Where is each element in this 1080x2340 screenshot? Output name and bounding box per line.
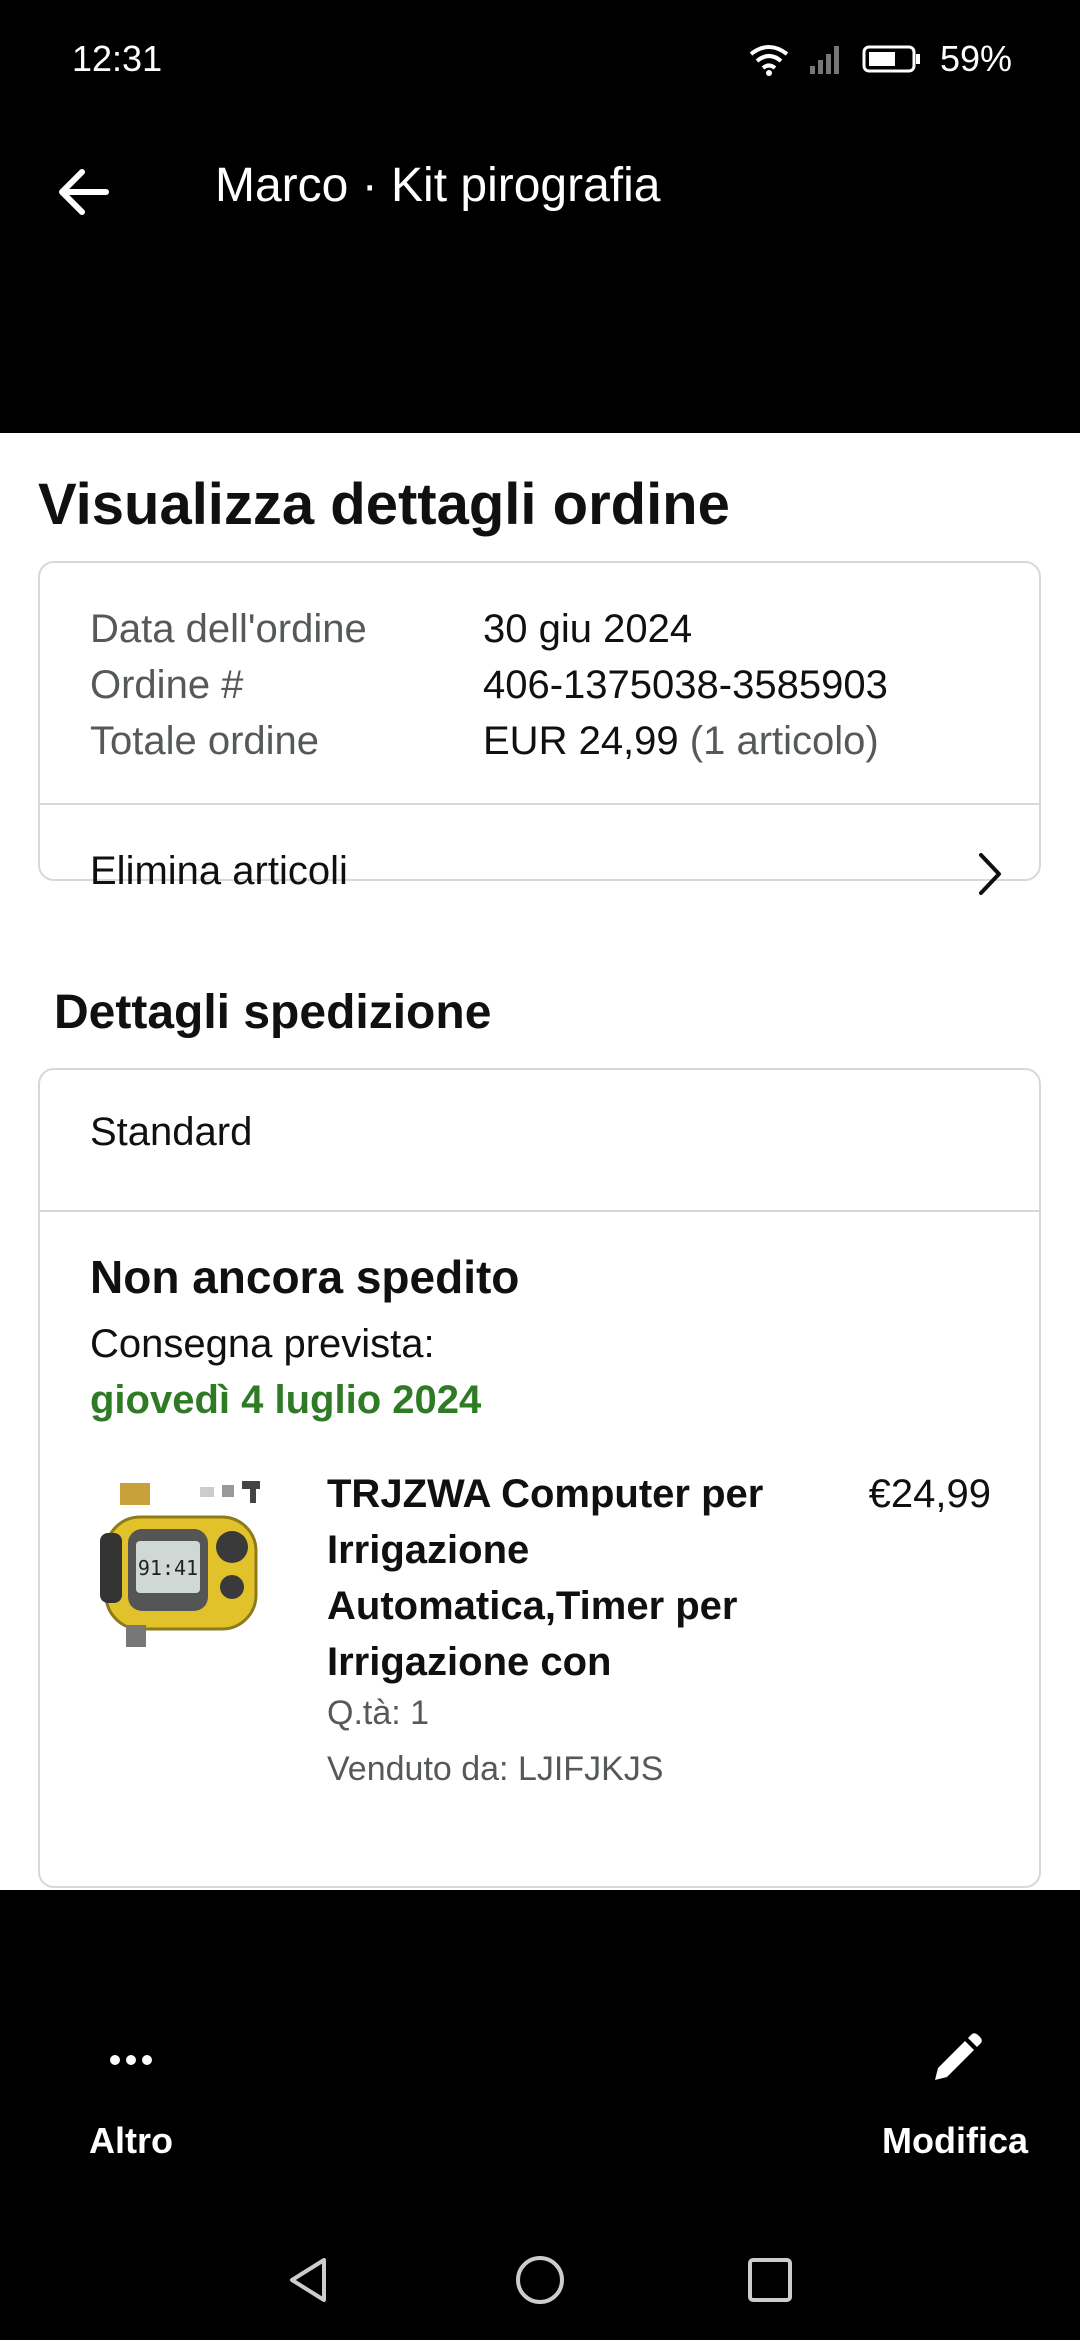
shipping-section-title: Dettagli spedizione <box>54 986 492 1039</box>
remove-items-row[interactable]: Elimina articoli <box>40 805 1039 895</box>
shipping-method: Standard <box>90 1110 253 1154</box>
order-summary-card: Data dell'ordine 30 giu 2024 Ordine # 40… <box>38 561 1041 895</box>
top-header: Marco · Kit pirografia <box>0 120 1080 433</box>
order-date-row: Data dell'ordine 30 giu 2024 <box>90 601 1019 657</box>
battery-icon <box>862 45 920 73</box>
product-price: €24,99 <box>868 1472 991 1516</box>
delivery-date: giovedì 4 luglio 2024 <box>90 1378 482 1422</box>
chevron-right-icon <box>979 853 1001 895</box>
action-bar: Altro Modifica <box>0 1890 1080 2200</box>
back-arrow-icon[interactable] <box>52 160 116 224</box>
edit-button[interactable]: Modifica <box>870 2030 1040 2162</box>
header-title: Marco · Kit pirografia <box>215 159 661 212</box>
remove-items-label: Elimina articoli <box>90 849 348 893</box>
system-nav-bar <box>0 2200 1080 2340</box>
product-image-display: 91:41 <box>138 1556 198 1580</box>
order-info: Data dell'ordine 30 giu 2024 Ordine # 40… <box>90 601 1019 769</box>
order-number-label: Ordine # <box>90 662 244 707</box>
shipping-card: Standard Non ancora spedito Consegna pre… <box>38 1068 1041 1888</box>
order-item-count: (1 articolo) <box>689 718 879 763</box>
page-title: Visualizza dettagli ordine <box>38 472 730 537</box>
order-total-row: Totale ordine EUR 24,99 (1 articolo) <box>90 713 1019 769</box>
product-title[interactable]: TRJZWA Computer per Irrigazione Automati… <box>327 1466 797 1690</box>
status-icons: 59% <box>748 38 1012 80</box>
delivery-label: Consegna prevista: <box>90 1322 435 1366</box>
nav-recents-icon[interactable] <box>742 2252 798 2308</box>
status-time: 12:31 <box>72 38 163 79</box>
divider <box>40 1210 1039 1212</box>
order-total-amount: EUR 24,99 <box>483 718 679 763</box>
pencil-icon <box>935 2033 982 2080</box>
order-details-content: Visualizza dettagli ordine Data dell'ord… <box>0 433 1080 1890</box>
order-number-row: Ordine # 406-1375038-3585903 <box>90 657 1019 713</box>
order-number-value: 406-1375038-3585903 <box>483 662 888 707</box>
more-label: Altro <box>89 2120 173 2161</box>
more-button[interactable]: Altro <box>66 2030 196 2162</box>
order-total-value: EUR 24,99 (1 articolo) <box>483 719 879 764</box>
product-image[interactable]: 91:41 <box>92 1475 272 1655</box>
order-date-value: 30 giu 2024 <box>483 606 693 651</box>
nav-back-icon[interactable] <box>282 2252 338 2308</box>
order-date-label: Data dell'ordine <box>90 606 367 651</box>
wifi-icon <box>749 45 789 76</box>
order-total-label: Totale ordine <box>90 718 320 763</box>
battery-percent: 59% <box>939 38 1012 79</box>
more-dots-icon <box>110 2055 152 2065</box>
edit-label: Modifica <box>881 2120 1028 2161</box>
shipping-status: Non ancora spedito <box>90 1251 520 1303</box>
product-quantity: Q.tà: 1 <box>327 1694 430 1732</box>
signal-icon <box>809 46 839 74</box>
product-seller: Venduto da: LJIFJKJS <box>327 1750 664 1788</box>
nav-home-icon[interactable] <box>512 2252 568 2308</box>
status-bar: 12:31 59% <box>0 0 1080 120</box>
